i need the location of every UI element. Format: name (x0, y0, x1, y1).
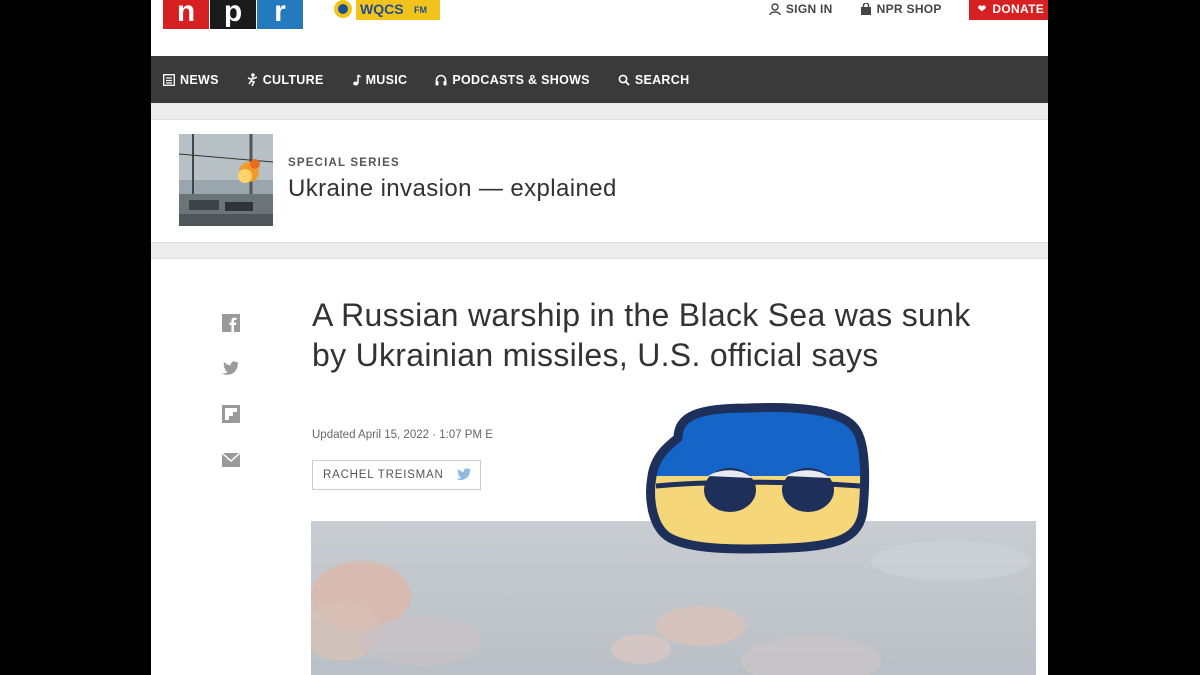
shopping-bag-icon (860, 3, 871, 15)
donate-label: DONATE (992, 2, 1044, 16)
nav-music[interactable]: MUSIC (352, 73, 408, 87)
series-kicker: SPECIAL SERIES (288, 157, 400, 169)
sign-in-label: SIGN IN (785, 2, 833, 16)
share-email[interactable] (221, 451, 241, 469)
top-bar: n p r WQCS FM SIGN IN NPR SHOP ❤ DONATE (151, 0, 1048, 56)
twitter-icon (222, 361, 239, 375)
nav-podcasts-label: PODCASTS & SHOWS (452, 72, 590, 87)
utility-nav: SIGN IN NPR SHOP ❤ DONATE (769, 0, 1048, 20)
npr-page: n p r WQCS FM SIGN IN NPR SHOP ❤ DONATE … (151, 0, 1048, 675)
series-thumbnail[interactable] (179, 134, 273, 226)
donate-button[interactable]: ❤ DONATE (968, 0, 1048, 20)
nav-search-label: SEARCH (634, 72, 690, 87)
headphones-icon (435, 74, 447, 85)
heart-icon: ❤ (977, 3, 987, 15)
author-name: RACHEL TREISMAN (323, 469, 444, 481)
ukraine-countryball-sticker (638, 398, 878, 558)
station-suffix: FM (414, 5, 427, 15)
share-twitter[interactable] (222, 359, 240, 377)
nav-podcasts[interactable]: PODCASTS & SHOWS (435, 72, 590, 87)
culture-icon (247, 72, 258, 86)
twitter-icon[interactable] (456, 468, 472, 482)
nav-news[interactable]: NEWS (163, 73, 219, 87)
share-facebook[interactable] (222, 314, 240, 332)
nav-culture-label: CULTURE (262, 72, 324, 87)
nav-search[interactable]: SEARCH (618, 73, 690, 87)
station-name: WQCS (360, 1, 404, 17)
article-dateline: Updated April 15, 2022 · 1:07 PM E (312, 429, 493, 441)
news-icon (163, 73, 175, 86)
email-icon (221, 452, 241, 467)
main-nav: NEWS CULTURE MUSIC PODCASTS & SHOWS SEAR… (151, 56, 1048, 103)
sign-in-link[interactable]: SIGN IN (769, 2, 833, 16)
share-flipboard[interactable] (222, 405, 240, 423)
music-icon (352, 73, 361, 85)
npr-logo[interactable]: n p r (163, 0, 304, 29)
special-series-banner[interactable]: SPECIAL SERIES Ukraine invasion — explai… (151, 119, 1048, 243)
flipboard-icon (222, 405, 240, 423)
facebook-icon (222, 314, 240, 332)
logo-letter-p: p (210, 0, 256, 29)
shop-label: NPR SHOP (876, 2, 942, 16)
nav-culture[interactable]: CULTURE (247, 73, 324, 87)
series-title-link[interactable]: Ukraine invasion — explained (288, 175, 617, 203)
user-icon (769, 3, 781, 15)
search-icon (618, 74, 630, 86)
station-logo[interactable]: WQCS FM (332, 0, 440, 22)
nav-news-label: NEWS (180, 72, 219, 87)
nav-music-label: MUSIC (365, 72, 408, 87)
npr-shop-link[interactable]: NPR SHOP (860, 2, 942, 16)
logo-letter-n: n (163, 0, 209, 29)
article-headline: A Russian warship in the Black Sea was s… (312, 297, 971, 373)
logo-letter-r: r (257, 0, 303, 29)
author-byline[interactable]: RACHEL TREISMAN (312, 460, 481, 490)
